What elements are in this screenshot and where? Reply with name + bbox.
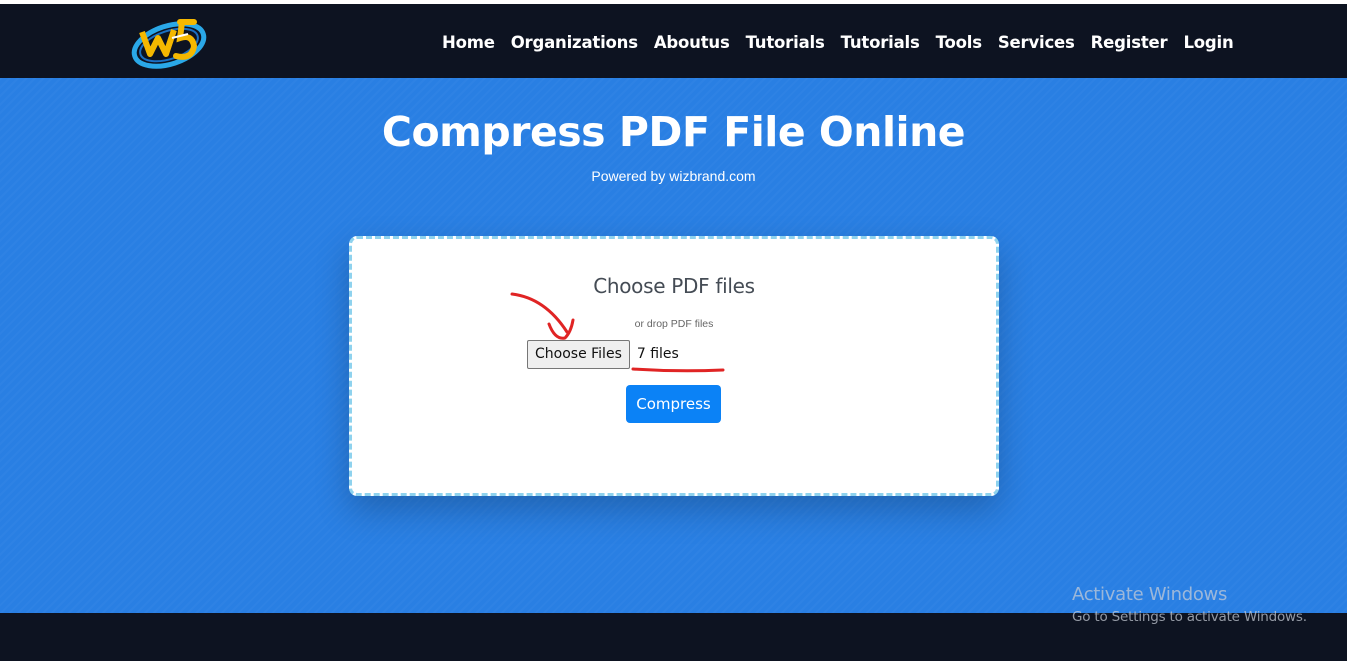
page-title: Compress PDF File Online — [381, 108, 966, 156]
nav-services-link[interactable]: Services — [998, 33, 1075, 52]
wizbrand-logo-icon[interactable] — [128, 12, 210, 74]
selected-file-count: 7 files — [636, 346, 679, 362]
drop-hint: or drop PDF files — [634, 318, 714, 330]
activate-windows-title: Activate Windows — [1072, 584, 1228, 605]
red-underline-mark — [631, 367, 725, 373]
compress-button[interactable]: Compress — [626, 385, 721, 423]
red-arrow-icon — [510, 292, 575, 340]
nav-home-link[interactable]: Home — [442, 33, 495, 52]
hero-section: Compress PDF File Online Powered by wizb… — [0, 78, 1347, 613]
nav-login-link[interactable]: Login — [1183, 33, 1233, 52]
nav-tutorials-link-2[interactable]: Tutorials — [841, 33, 920, 52]
nav-organizations-link[interactable]: Organizations — [511, 33, 638, 52]
navbar: Home Organizations Aboutus Tutorials Tut… — [0, 4, 1347, 78]
nav-tutorials-link[interactable]: Tutorials — [746, 33, 825, 52]
nav-aboutus-link[interactable]: Aboutus — [654, 33, 730, 52]
upload-heading: Choose PDF files — [593, 274, 755, 298]
nav-register-link[interactable]: Register — [1091, 33, 1168, 52]
activate-windows-subtitle: Go to Settings to activate Windows. — [1072, 609, 1307, 625]
nav-tools-link[interactable]: Tools — [936, 33, 982, 52]
powered-by-text: Powered by wizbrand.com — [591, 168, 756, 184]
nav-menu: Home Organizations Aboutus Tutorials Tut… — [442, 28, 1250, 56]
